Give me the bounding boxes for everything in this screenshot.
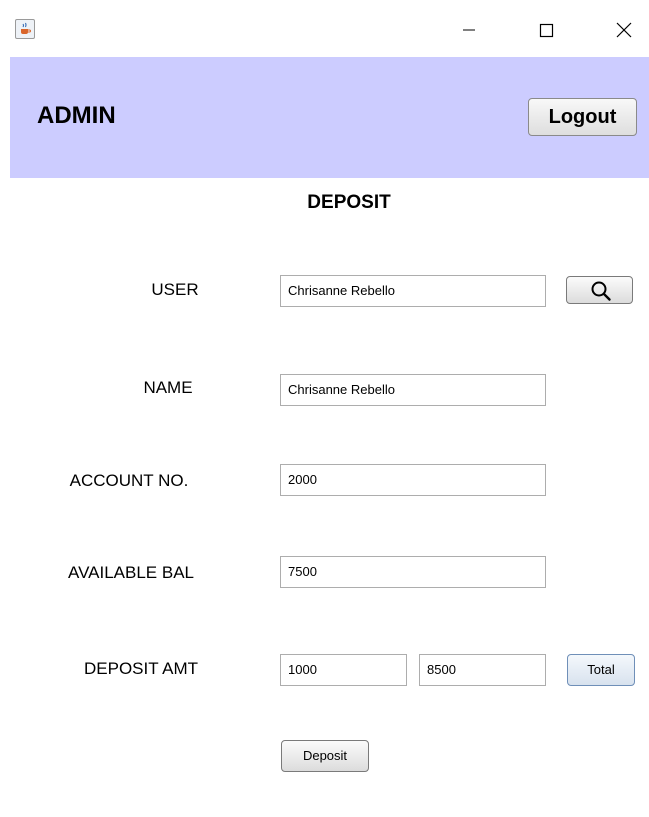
account-no-label: ACCOUNT NO.	[69, 471, 189, 490]
name-field[interactable]: Chrisanne Rebello	[280, 374, 546, 406]
section-title: DEPOSIT	[307, 192, 391, 213]
page-title: ADMIN	[37, 102, 116, 129]
total-amount-field[interactable]: 8500	[419, 654, 546, 686]
deposit-amount-input[interactable]: 1000	[280, 654, 407, 686]
window-titlebar	[0, 0, 649, 58]
available-balance-label: AVAILABLE BAL	[68, 563, 194, 582]
minimize-button[interactable]	[447, 14, 491, 44]
maximize-icon	[539, 23, 554, 38]
maximize-button[interactable]	[524, 14, 568, 44]
close-button[interactable]	[602, 14, 646, 44]
logout-button[interactable]: Logout	[528, 98, 637, 136]
java-icon	[15, 19, 35, 39]
deposit-amount-label: DEPOSIT AMT	[84, 659, 198, 678]
user-label: USER	[151, 280, 199, 299]
account-no-field[interactable]: 2000	[280, 464, 546, 496]
name-label: NAME	[143, 378, 193, 397]
minimize-icon	[463, 29, 475, 31]
available-balance-field[interactable]: 7500	[280, 556, 546, 588]
deposit-button[interactable]: Deposit	[281, 740, 369, 772]
user-input[interactable]: Chrisanne Rebello	[280, 275, 546, 307]
magnifier-icon	[591, 281, 611, 301]
total-button[interactable]: Total	[567, 654, 635, 686]
admin-header: ADMIN Logout	[10, 57, 649, 178]
close-icon	[616, 22, 632, 38]
search-user-button[interactable]	[566, 276, 633, 304]
